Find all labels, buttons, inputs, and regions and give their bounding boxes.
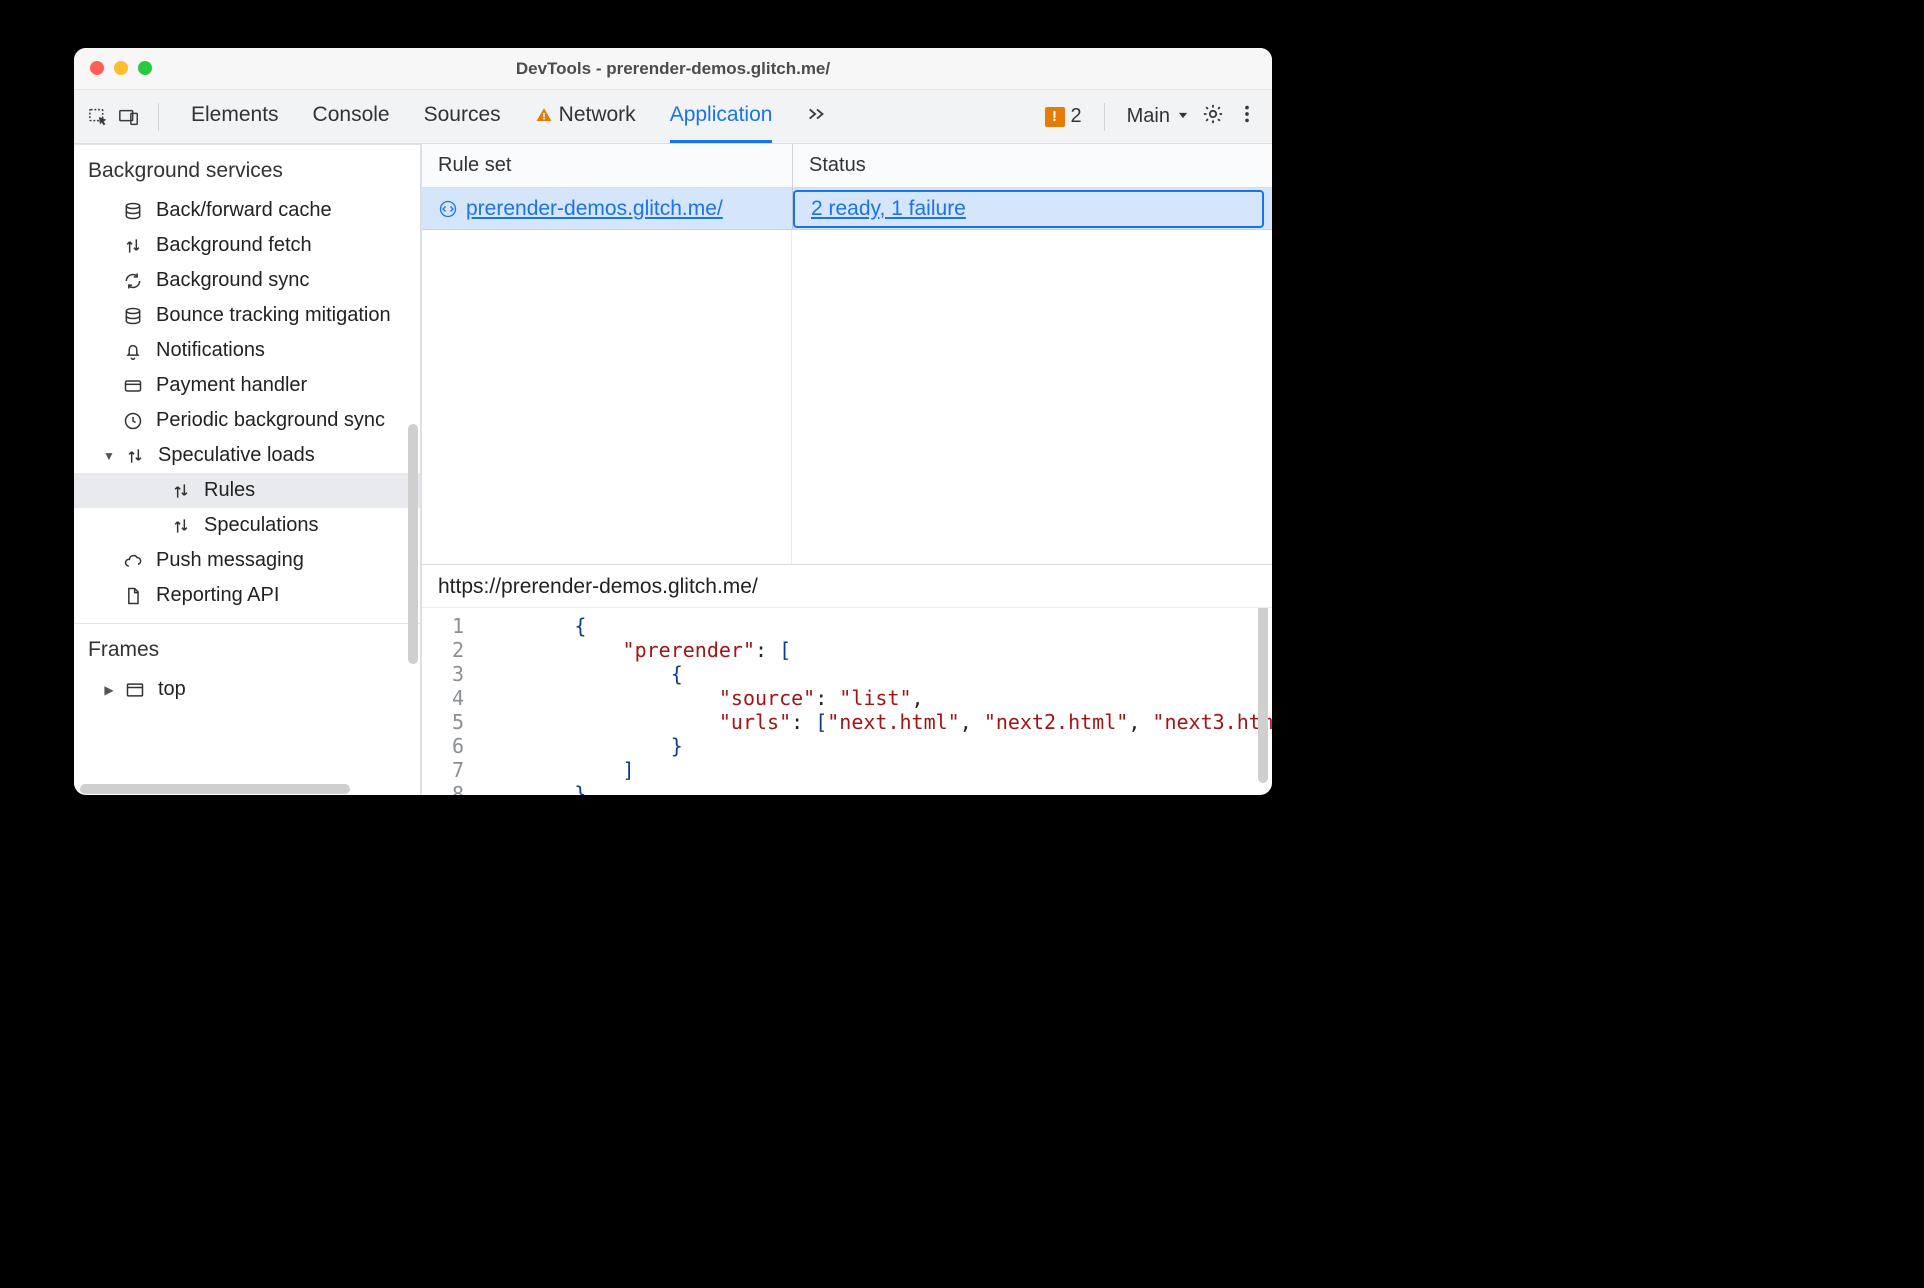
- rules-table-header: Rule set Status: [422, 144, 1272, 188]
- line-number-gutter: 123456789: [422, 608, 474, 795]
- clock-icon: [122, 410, 144, 432]
- disclosure-triangle-icon[interactable]: ▶: [102, 683, 116, 697]
- issues-indicator[interactable]: ! 2: [1045, 105, 1082, 128]
- issues-count: 2: [1071, 105, 1082, 128]
- tab-elements[interactable]: Elements: [191, 90, 279, 143]
- sidebar-item-frame-top[interactable]: ▶ top: [74, 672, 420, 707]
- inspect-element-icon[interactable]: [88, 106, 110, 128]
- sidebar-item-label: Background fetch: [156, 234, 312, 257]
- code-content[interactable]: { "prerender": [ { "source": "list", "ur…: [474, 608, 1272, 795]
- detail-vertical-scrollbar[interactable]: [1258, 608, 1268, 783]
- sidebar-item-background-fetch[interactable]: Background fetch: [74, 228, 420, 263]
- sidebar-item-label: Speculations: [204, 514, 319, 537]
- sidebar-item-speculative-loads[interactable]: ▼ Speculative loads: [74, 438, 420, 473]
- rule-origin: https://prerender-demos.glitch.me/: [422, 565, 1272, 608]
- devtools-toolbar: Elements Console Sources Network Applica…: [74, 90, 1272, 144]
- target-selector[interactable]: Main: [1127, 105, 1190, 128]
- devtools-window: DevTools - prerender-demos.glitch.me/ El…: [74, 48, 1272, 795]
- toolbar-right: ! 2 Main: [1045, 103, 1258, 131]
- sidebar-item-bounce-tracking[interactable]: Bounce tracking mitigation: [74, 298, 420, 333]
- sidebar-item-payment-handler[interactable]: Payment handler: [74, 368, 420, 403]
- device-toolbar-icon[interactable]: [118, 106, 140, 128]
- sidebar-item-notifications[interactable]: Notifications: [74, 333, 420, 368]
- tab-network[interactable]: Network: [535, 90, 636, 143]
- sidebar-item-label: Speculative loads: [158, 444, 315, 467]
- sidebar-section-background-services: Background services: [74, 145, 420, 193]
- sidebar-item-label: Notifications: [156, 339, 265, 362]
- column-header-status[interactable]: Status: [793, 144, 1272, 187]
- settings-icon[interactable]: [1202, 103, 1224, 130]
- sidebar-item-label: Background sync: [156, 269, 309, 292]
- window-titlebar: DevTools - prerender-demos.glitch.me/: [74, 48, 1272, 90]
- target-label: Main: [1127, 105, 1170, 128]
- sidebar-item-label: Bounce tracking mitigation: [156, 304, 391, 327]
- warning-icon: [535, 106, 553, 124]
- sidebar-item-periodic-sync[interactable]: Periodic background sync: [74, 403, 420, 438]
- speculation-rules-source: 123456789 { "prerender": [ { "source": "…: [422, 608, 1272, 795]
- toolbar-separator: [1104, 103, 1105, 131]
- window-controls: [90, 61, 152, 75]
- tab-sources[interactable]: Sources: [424, 90, 501, 143]
- sidebar-item-speculations[interactable]: Speculations: [74, 508, 420, 543]
- transfer-arrows-icon: [122, 235, 144, 257]
- tab-application[interactable]: Application: [670, 90, 773, 143]
- sidebar-section-frames: Frames: [74, 624, 420, 672]
- database-icon: [122, 200, 144, 222]
- sidebar-item-push-messaging[interactable]: Push messaging: [74, 543, 420, 578]
- transfer-arrows-icon: [170, 515, 192, 537]
- sidebar-item-background-sync[interactable]: Background sync: [74, 263, 420, 298]
- more-tabs-icon[interactable]: [806, 103, 828, 130]
- column-header-rule-set[interactable]: Rule set: [422, 144, 792, 187]
- rule-set-cell[interactable]: prerender-demos.glitch.me/: [422, 197, 792, 221]
- sidebar-item-label: top: [158, 678, 186, 701]
- transfer-arrows-icon: [170, 480, 192, 502]
- sidebar-item-label: Periodic background sync: [156, 409, 385, 432]
- rules-panel: Rule set Status prerender-demos.glitch.m…: [422, 144, 1272, 795]
- transfer-arrows-icon: [124, 445, 146, 467]
- source-icon: [438, 199, 458, 219]
- cloud-icon: [122, 550, 144, 572]
- close-window-button[interactable]: [90, 61, 104, 75]
- sidebar-item-label: Reporting API: [156, 584, 279, 607]
- sidebar-item-label: Back/forward cache: [156, 199, 332, 222]
- window-title: DevTools - prerender-demos.glitch.me/: [516, 59, 830, 79]
- maximize-window-button[interactable]: [138, 61, 152, 75]
- document-icon: [122, 585, 144, 607]
- status-link[interactable]: 2 ready, 1 failure: [811, 197, 966, 221]
- sidebar-item-reporting-api[interactable]: Reporting API: [74, 578, 420, 613]
- status-cell[interactable]: 2 ready, 1 failure: [795, 192, 1262, 226]
- disclosure-triangle-icon[interactable]: ▼: [102, 449, 116, 463]
- database-icon: [122, 305, 144, 327]
- sidebar-vertical-scrollbar[interactable]: [408, 424, 418, 664]
- toolbar-separator: [158, 103, 159, 131]
- sidebar-item-rules[interactable]: Rules: [74, 473, 420, 508]
- tab-network-label: Network: [559, 103, 636, 127]
- sidebar-item-label: Payment handler: [156, 374, 307, 397]
- rule-detail-pane: https://prerender-demos.glitch.me/ 12345…: [422, 565, 1272, 795]
- window-icon: [124, 679, 146, 701]
- application-sidebar: Background services Back/forward cache B…: [74, 144, 422, 795]
- bell-icon: [122, 340, 144, 362]
- tab-console[interactable]: Console: [313, 90, 390, 143]
- chevron-down-icon: [1176, 110, 1190, 124]
- rule-set-link[interactable]: prerender-demos.glitch.me/: [466, 197, 723, 221]
- panel-body: Background services Back/forward cache B…: [74, 144, 1272, 795]
- more-options-icon[interactable]: [1236, 103, 1258, 130]
- sidebar-item-back-forward-cache[interactable]: Back/forward cache: [74, 193, 420, 228]
- sync-icon: [122, 270, 144, 292]
- sidebar-item-label: Push messaging: [156, 549, 304, 572]
- rules-table-row[interactable]: prerender-demos.glitch.me/ 2 ready, 1 fa…: [422, 188, 1272, 230]
- rules-table-body: [422, 230, 1272, 565]
- minimize-window-button[interactable]: [114, 61, 128, 75]
- sidebar-horizontal-scrollbar[interactable]: [74, 783, 420, 795]
- sidebar-item-label: Rules: [204, 479, 255, 502]
- issues-badge-icon: !: [1045, 107, 1065, 127]
- credit-card-icon: [122, 375, 144, 397]
- panel-tabs: Elements Console Sources Network Applica…: [191, 90, 828, 143]
